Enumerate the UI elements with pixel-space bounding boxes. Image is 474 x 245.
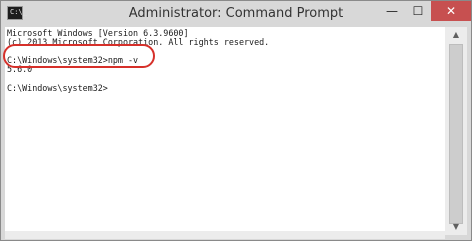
bottom-frame [5, 231, 445, 239]
title-bar[interactable]: C:\_ Administrator: Command Prompt — ☐ ✕ [1, 1, 471, 27]
maximize-button[interactable]: ☐ [405, 1, 431, 21]
scroll-up-icon[interactable]: ▲ [445, 27, 467, 43]
command-prompt-window: C:\_ Administrator: Command Prompt — ☐ ✕… [0, 0, 472, 241]
scroll-thumb[interactable] [449, 44, 463, 224]
scroll-down-icon[interactable]: ▼ [445, 219, 467, 235]
console-prompt: C:\Windows\system32> [7, 82, 108, 93]
highlight-annotation [3, 44, 155, 68]
vertical-scrollbar[interactable]: ▲ ▼ [445, 27, 467, 235]
minimize-button[interactable]: — [379, 1, 405, 21]
close-button[interactable]: ✕ [431, 1, 471, 21]
